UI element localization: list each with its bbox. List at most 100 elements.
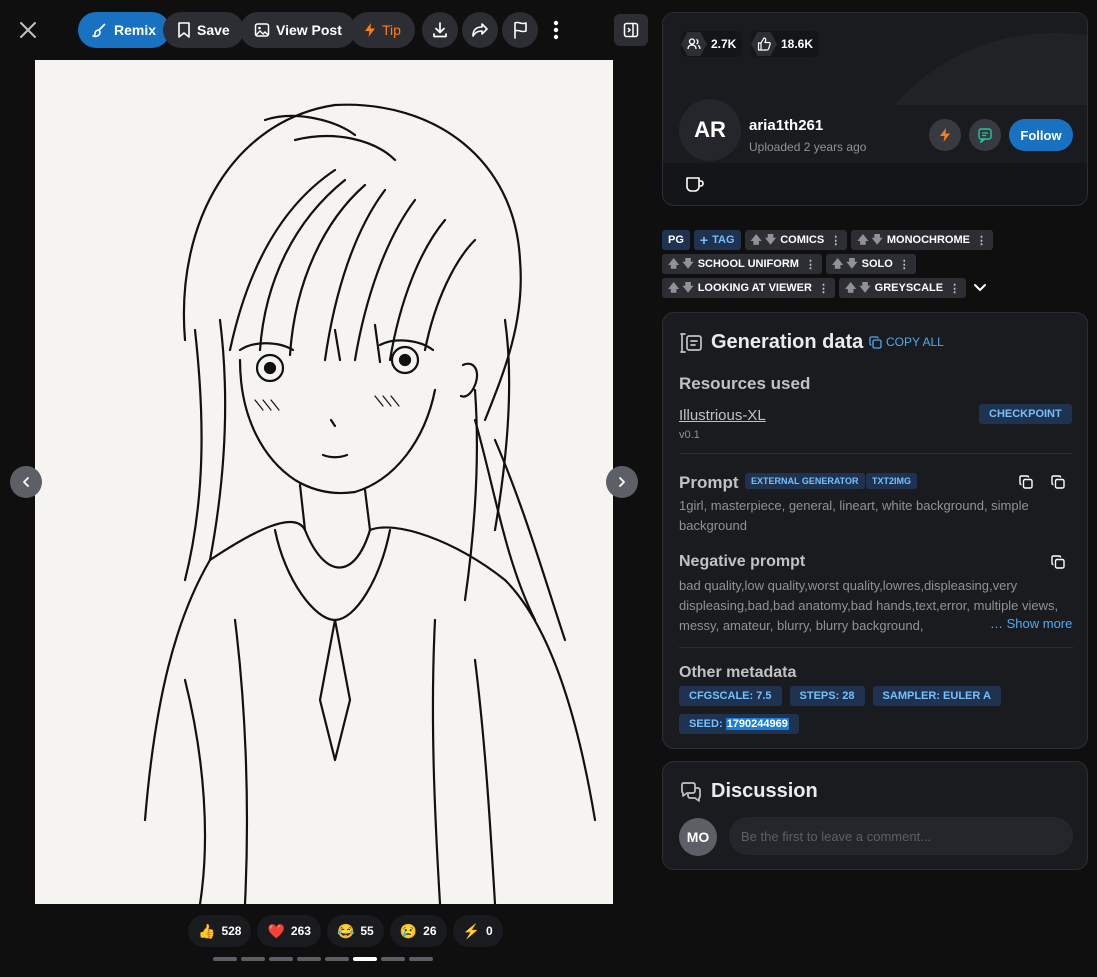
chevron-down-icon: [974, 284, 987, 291]
likes-stat: 18.6K: [751, 31, 820, 57]
creator-avatar[interactable]: AR: [679, 99, 741, 161]
sidebar-icon: [623, 22, 639, 38]
copy-negative-button[interactable]: [1048, 552, 1068, 572]
more-options-button[interactable]: [544, 12, 568, 48]
reaction-count: 263: [290, 924, 311, 938]
reaction-buzz[interactable]: ⚡ 0: [452, 915, 503, 947]
previous-image-button[interactable]: [10, 466, 42, 498]
reaction-count: 55: [360, 924, 374, 938]
tag-menu-icon[interactable]: ⋮: [830, 234, 841, 247]
rating-badge: PG: [662, 230, 690, 250]
negative-prompt-heading: Negative prompt: [679, 553, 806, 570]
vote-arrows-icon[interactable]: 🡅 🡇: [668, 255, 694, 274]
tip-creator-button[interactable]: [929, 119, 961, 151]
seed-value: 1790244969: [725, 718, 789, 730]
creator-card: 2.7K 18.6K AR aria1th261 Uploaded 2 year…: [662, 12, 1088, 206]
copy-icon: [1051, 475, 1065, 489]
save-label: Save: [197, 22, 230, 38]
expand-tags-button[interactable]: [970, 278, 990, 298]
resource-type-badge: CHECKPOINT: [979, 404, 1072, 424]
heart-icon: ❤️: [267, 922, 285, 939]
tag-solo[interactable]: 🡅 🡇 SOLO ⋮: [825, 254, 916, 274]
tag-menu-icon[interactable]: ⋮: [818, 282, 829, 295]
copy-all-button[interactable]: COPY ALL: [869, 335, 944, 349]
tag-menu-icon[interactable]: ⋮: [976, 234, 987, 247]
steps-badge: STEPS: 28: [789, 686, 865, 706]
tag-list: PG + TAG 🡅 🡇 COMICS ⋮ 🡅 🡇 MONOCHROME ⋮ 🡅 🡇 SC…: [662, 230, 1088, 302]
bookmark-icon: [178, 22, 190, 38]
carousel-dot[interactable]: [325, 957, 349, 961]
resource-version: v0.1: [679, 429, 700, 441]
carousel-dot[interactable]: [409, 957, 433, 961]
carousel-dot[interactable]: [381, 957, 405, 961]
share-button[interactable]: [462, 12, 498, 48]
details-panel: 2.7K 18.6K AR aria1th261 Uploaded 2 year…: [650, 0, 1097, 977]
copy-prompt-button[interactable]: [1016, 472, 1036, 492]
tag-greyscale[interactable]: 🡅 🡇 GREYSCALE ⋮: [838, 278, 967, 298]
tag-comics[interactable]: 🡅 🡇 COMICS ⋮: [744, 230, 848, 250]
download-button[interactable]: [422, 12, 458, 48]
reaction-heart[interactable]: ❤️ 263: [257, 915, 321, 947]
add-tag-button[interactable]: + TAG: [693, 230, 741, 250]
message-creator-button[interactable]: [969, 119, 1001, 151]
cry-icon: 😢: [399, 922, 418, 939]
carousel-dot[interactable]: [297, 957, 321, 961]
resource-link[interactable]: Illustrious-XL: [679, 407, 766, 424]
tag-looking-at-viewer[interactable]: 🡅 🡇 LOOKING AT VIEWER ⋮: [662, 278, 835, 298]
generation-data-heading: Generation data: [679, 331, 863, 354]
chat-bubbles-icon: [681, 781, 701, 802]
tag-school-uniform[interactable]: 🡅 🡇 SCHOOL UNIFORM ⋮: [662, 254, 822, 274]
tag-menu-icon[interactable]: ⋮: [899, 258, 910, 271]
carousel-dot[interactable]: [269, 957, 293, 961]
comment-input[interactable]: [729, 817, 1073, 855]
copy-prompt-raw-button[interactable]: [1048, 472, 1068, 492]
toggle-sidebar-button[interactable]: [614, 14, 648, 46]
tag-monochrome[interactable]: 🡅 🡇 MONOCHROME ⋮: [851, 230, 993, 250]
vote-arrows-icon[interactable]: 🡅 🡇: [751, 231, 777, 250]
view-post-label: View Post: [276, 22, 342, 38]
prompt-text: 1girl, masterpiece, general, lineart, wh…: [679, 498, 1029, 533]
chevron-left-icon: [23, 477, 29, 487]
cfg-scale-badge: CFGSCALE: 7.5: [679, 686, 782, 706]
follow-button[interactable]: Follow: [1009, 119, 1073, 151]
carousel-dot[interactable]: [213, 957, 237, 961]
view-post-button[interactable]: View Post: [240, 12, 356, 48]
upload-date: Uploaded 2 years ago: [749, 140, 867, 154]
metadata-row: CFGSCALE: 7.5 STEPS: 28 SAMPLER: EULER A: [679, 686, 1001, 706]
report-button[interactable]: [502, 12, 538, 48]
kofi-link[interactable]: [685, 175, 707, 195]
copy-icon: [1019, 475, 1033, 489]
carousel-dot[interactable]: [241, 957, 265, 961]
reaction-count: 0: [485, 924, 493, 938]
vote-arrows-icon[interactable]: 🡅 🡇: [668, 279, 694, 298]
tag-menu-icon[interactable]: ⋮: [949, 282, 960, 295]
image-viewer: Remix Save View Post Tip 👍 528 ❤️ 263 😂 …: [0, 0, 650, 977]
vote-arrows-icon[interactable]: 🡅 🡇: [857, 231, 883, 250]
close-button[interactable]: [12, 14, 44, 46]
discussion-heading: Discussion: [679, 780, 818, 803]
other-metadata-heading: Other metadata: [679, 664, 797, 681]
chevron-right-icon: [619, 477, 625, 487]
reaction-cry[interactable]: 😢 26: [389, 915, 447, 947]
show-more-link[interactable]: … Show more: [986, 616, 1073, 631]
creator-username[interactable]: aria1th261: [749, 117, 823, 134]
vote-arrows-icon[interactable]: 🡅 🡇: [845, 279, 871, 298]
reaction-count: 528: [221, 924, 242, 938]
generation-data-card: Generation data COPY ALL Resources used …: [662, 312, 1088, 749]
reaction-like[interactable]: 👍 528: [188, 915, 252, 947]
next-image-button[interactable]: [606, 466, 638, 498]
remix-label: Remix: [114, 22, 157, 38]
seed-badge[interactable]: SEED: 1790244969: [679, 714, 799, 734]
close-icon: [20, 22, 36, 38]
save-button[interactable]: Save: [163, 12, 244, 48]
vote-arrows-icon[interactable]: 🡅 🡇: [832, 255, 858, 274]
carousel-dot[interactable]: [353, 957, 377, 961]
reaction-laugh[interactable]: 😂 55: [326, 915, 384, 947]
remix-button[interactable]: Remix: [78, 12, 171, 48]
current-user-avatar: MO: [679, 818, 717, 856]
laugh-icon: 😂: [336, 922, 355, 939]
tip-button[interactable]: Tip: [350, 12, 415, 48]
tag-menu-icon[interactable]: ⋮: [805, 258, 816, 271]
plus-icon: +: [699, 232, 709, 248]
metadata-row-seed: SEED: 1790244969: [679, 714, 799, 734]
